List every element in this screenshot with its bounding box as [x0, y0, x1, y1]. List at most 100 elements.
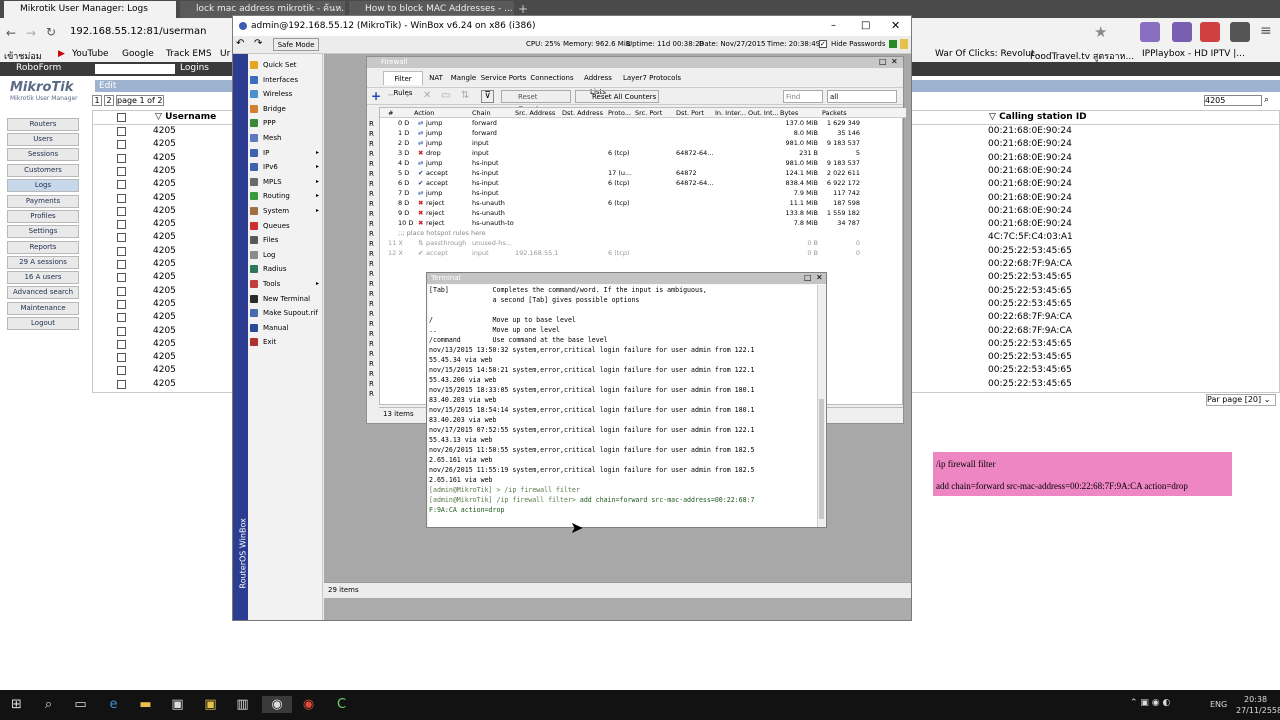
maximize-button[interactable]: □: [861, 16, 870, 36]
column-header[interactable]: Packets: [822, 108, 847, 118]
close-button[interactable]: ✕: [816, 273, 823, 282]
row-checkbox[interactable]: [117, 233, 126, 243]
firewall-rule-row[interactable]: 10 D ✖ reject hs-unauth-to 7.8 MiB 34 787: [380, 218, 906, 228]
row-checkbox[interactable]: [117, 299, 126, 309]
bookmark[interactable]: FoodTravel.tv สูตรอาห...: [1030, 49, 1134, 63]
maximize-button[interactable]: □: [879, 57, 887, 66]
terminal-command-line[interactable]: F:9A:CA action=drop: [429, 505, 817, 515]
scrollbar-thumb[interactable]: [819, 399, 824, 519]
nav-item-users[interactable]: Users: [7, 133, 79, 146]
menu-interfaces[interactable]: Interfaces: [248, 73, 323, 87]
column-header[interactable]: Bytes: [780, 108, 798, 118]
firewall-rule-row-disabled[interactable]: 12 X ✔ accept input 192.168.55.1 6 (tcp) 0 B 0: [380, 248, 906, 258]
row-checkbox[interactable]: [117, 206, 126, 216]
column-header[interactable]: #: [388, 108, 393, 118]
menu-exit[interactable]: Exit: [248, 335, 323, 349]
per-page-select[interactable]: Par page [20] ⌄: [1206, 394, 1276, 406]
nav-item-routers[interactable]: Routers: [7, 118, 79, 131]
nav-item-logout[interactable]: Logout: [7, 317, 79, 330]
row-checkbox[interactable]: [117, 339, 126, 349]
column-header[interactable]: Action: [414, 108, 434, 118]
redo-icon[interactable]: ↷: [254, 38, 262, 49]
menu-queues[interactable]: Queues: [248, 219, 323, 233]
column-header[interactable]: Src. Address: [515, 108, 555, 118]
maximize-button[interactable]: □: [804, 273, 812, 282]
close-button[interactable]: ✕: [891, 57, 898, 66]
column-header[interactable]: In. Inter...: [715, 108, 746, 118]
store-icon[interactable]: ▣: [169, 696, 186, 713]
winbox-taskbar-icon[interactable]: ◉: [262, 696, 292, 713]
firewall-rule-row[interactable]: 1 D ⇄ jump forward 8.0 MiB 35 146: [380, 128, 906, 138]
nav-item-payments[interactable]: Payments: [7, 195, 79, 208]
row-checkbox[interactable]: [117, 379, 126, 389]
page-link[interactable]: 2: [104, 95, 114, 106]
find-input[interactable]: Find: [783, 90, 823, 103]
reset-all-counters-button[interactable]: Reset All Counters: [575, 90, 659, 103]
select-all-checkbox[interactable]: [117, 113, 126, 122]
roboform-search[interactable]: [95, 64, 175, 74]
menu-bridge[interactable]: Bridge: [248, 102, 323, 116]
bookmark[interactable]: YouTube: [72, 49, 109, 59]
disable-icon[interactable]: ✕: [423, 90, 431, 101]
menu-make-supout-rif[interactable]: Make Supout.rif: [248, 306, 323, 320]
menu-tools[interactable]: Tools ▸: [248, 277, 323, 291]
firewall-rule-row[interactable]: 8 D ✖ reject hs-unauth 6 (tcp) 11.1 MiB 187 59…: [380, 198, 906, 208]
menu-manual[interactable]: Manual: [248, 321, 323, 335]
row-checkbox[interactable]: [117, 180, 126, 190]
row-checkbox[interactable]: [117, 353, 126, 363]
bookmark[interactable]: War Of Clicks: Revolut...: [935, 49, 1043, 59]
undo-icon[interactable]: ↶: [236, 38, 244, 49]
row-checkbox[interactable]: [117, 326, 126, 336]
clock-time[interactable]: 20:38: [1244, 695, 1267, 704]
bookmark[interactable]: Track EMS: [166, 49, 212, 59]
column-header[interactable]: Dst. Port: [676, 108, 704, 118]
menu-new-terminal[interactable]: New Terminal: [248, 292, 323, 306]
nav-item-customers[interactable]: Customers: [7, 164, 79, 177]
menu-radius[interactable]: Radius: [248, 262, 323, 276]
nav-item-settings[interactable]: Settings: [7, 225, 79, 238]
enable-icon[interactable]: ✓: [405, 90, 413, 101]
nav-item-16-a-users[interactable]: 16 A users: [7, 271, 79, 284]
column-header[interactable]: Proto...: [608, 108, 631, 118]
column-header[interactable]: Dst. Address: [562, 108, 603, 118]
new-tab-button[interactable]: +: [518, 2, 528, 16]
bookmark[interactable]: Google: [122, 49, 154, 59]
logins-button[interactable]: Logins: [180, 63, 209, 73]
tab-filter-rules[interactable]: Filter Rules: [383, 71, 423, 97]
firewall-rule-row-disabled[interactable]: 11 X ⇅ passthrough unused-hs... 0 B 0: [380, 238, 906, 248]
menu-ip[interactable]: IP ▸: [248, 146, 323, 160]
forward-icon[interactable]: →: [26, 26, 36, 40]
filter-select[interactable]: all: [827, 90, 897, 103]
search-icon[interactable]: ⌕: [1264, 95, 1269, 105]
extension-icon[interactable]: [1200, 22, 1220, 42]
tab-nat[interactable]: NAT: [425, 71, 447, 85]
search-input[interactable]: 4205: [1204, 95, 1262, 106]
firewall-rule-row[interactable]: 4 D ⇄ jump hs-input 981.0 MiB 9 183 537: [380, 158, 906, 168]
nav-item-sessions[interactable]: Sessions: [7, 148, 79, 161]
menu-mpls[interactable]: MPLS ▸: [248, 175, 323, 189]
roboform-button[interactable]: RoboForm: [16, 63, 61, 73]
row-checkbox[interactable]: [117, 140, 126, 150]
chrome-icon[interactable]: ◉: [300, 696, 317, 713]
calling-column-header[interactable]: ▽ Calling station ID: [989, 112, 1087, 122]
row-checkbox[interactable]: [117, 260, 126, 269]
tab-connections[interactable]: Connections: [529, 71, 575, 85]
page-link[interactable]: 1: [92, 95, 102, 106]
row-checkbox[interactable]: [117, 366, 126, 376]
folder-icon[interactable]: ▬: [137, 696, 154, 713]
row-checkbox[interactable]: [117, 220, 126, 230]
menu-quick-set[interactable]: Quick Set: [248, 58, 323, 72]
close-button[interactable]: ✕: [891, 16, 900, 36]
reset-counters-button[interactable]: Reset Counters: [501, 90, 571, 113]
menu-icon[interactable]: ≡: [1260, 23, 1272, 39]
column-header[interactable]: Chain: [472, 108, 491, 118]
row-checkbox[interactable]: [117, 313, 126, 323]
menu-ipv6[interactable]: IPv6 ▸: [248, 160, 323, 174]
row-checkbox[interactable]: [117, 273, 126, 283]
comment-icon[interactable]: ▭: [441, 90, 450, 101]
row-checkbox[interactable]: [117, 127, 126, 136]
nav-item-advanced-search[interactable]: Advanced search: [7, 286, 79, 299]
tab-mangle[interactable]: Mangle: [449, 71, 478, 85]
address-bar[interactable]: 192.168.55.12:81/userman: [70, 26, 206, 37]
remove-icon[interactable]: −: [387, 90, 395, 101]
